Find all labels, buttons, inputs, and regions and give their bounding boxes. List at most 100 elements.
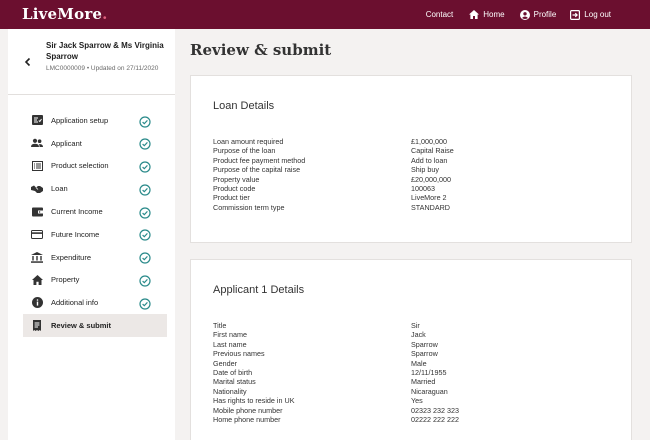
detail-row: Title Sir [213, 321, 613, 330]
detail-value: Male [411, 358, 427, 368]
detail-key: Loan amount required [213, 137, 284, 146]
detail-row: Nationality Nicaraguan [213, 387, 613, 396]
detail-value: Nicaraguan [411, 386, 448, 396]
card-title: Loan Details [213, 100, 275, 112]
detail-row: Previous names Sparrow [213, 349, 613, 358]
check-circle-icon [139, 228, 151, 242]
detail-value: Capital Raise [411, 146, 454, 156]
detail-row: Product code 100063 [213, 184, 613, 193]
check-circle-icon [139, 206, 151, 219]
detail-row: Loan amount required £1,000,000 [213, 137, 613, 146]
check-circle-icon [139, 274, 151, 287]
detail-value: Jack [411, 330, 426, 340]
logo-text: LiveMore [22, 5, 103, 23]
nav-profile-link[interactable]: Profile [519, 9, 556, 20]
detail-key: First name [213, 330, 247, 340]
back-button[interactable] [22, 55, 34, 67]
top-bar: LiveMore. Contact Home Profile Log out [0, 0, 650, 29]
detail-row: Last name Sparrow [213, 340, 613, 349]
detail-row: Product fee payment method Add to loan [213, 156, 613, 165]
step-applicant[interactable]: Applicant [23, 132, 167, 155]
details-list: Title Sir First name Jack Last name Sparrow… [213, 321, 613, 424]
step-application-setup[interactable]: Application setup [23, 109, 167, 132]
page-title: Review & submit [190, 41, 332, 59]
client-meta: LMC0000009 • Updated on 27/11/2020 [46, 65, 159, 72]
handshake-icon [31, 183, 43, 195]
detail-row: Marital status Married [213, 377, 613, 386]
step-product-selection[interactable]: Product selection [23, 155, 167, 178]
detail-value: Married [411, 377, 436, 387]
nav-contact-link[interactable]: Contact [426, 10, 454, 19]
detail-value: 02323 232 323 [411, 405, 459, 415]
step-label: Review & submit [51, 321, 112, 331]
card-title: Applicant 1 Details [213, 284, 305, 296]
detail-key: Property value [213, 174, 260, 184]
nav-logout-label: Log out [584, 10, 611, 19]
house-icon [31, 274, 43, 286]
check-circle-icon [139, 115, 151, 128]
detail-key: Product fee payment method [213, 155, 306, 165]
people-icon [31, 137, 43, 149]
detail-value: £20,000,000 [411, 174, 451, 184]
nav-logout-link[interactable]: Log out [570, 9, 611, 20]
nav-home-link[interactable]: Home [469, 10, 505, 19]
step-list: Application setup Applicant Product sele… [23, 109, 167, 337]
step-loan[interactable]: Loan [23, 177, 167, 200]
check-circle-icon [139, 183, 151, 196]
sidebar: Sir Jack Sparrow & Ms Virginia Sparrow L… [8, 29, 175, 440]
detail-key: Mobile phone number [213, 405, 283, 415]
logo[interactable]: LiveMore. [22, 5, 108, 23]
logout-icon [570, 9, 581, 20]
detail-value: 12/11/1955 [411, 367, 447, 377]
applicant-details-card: Applicant 1 Details Title Sir First name J… [190, 259, 632, 440]
nav-contact-label: Contact [425, 10, 454, 19]
detail-value: Sparrow [411, 339, 438, 349]
detail-key: Date of birth [213, 367, 253, 377]
step-label: Application setup [51, 115, 109, 125]
step-expenditure[interactable]: Expenditure [23, 246, 167, 269]
step-review-submit[interactable]: Review & submit [23, 314, 167, 337]
client-header: Sir Jack Sparrow & Ms Virginia Sparrow L… [8, 29, 175, 95]
step-label: Current Income [51, 207, 103, 217]
top-nav: Contact Home Profile Log out [426, 0, 650, 29]
detail-value: Sparrow [411, 349, 438, 359]
detail-key: Title [213, 321, 227, 330]
check-circle-icon [139, 137, 151, 150]
profile-icon [519, 9, 530, 20]
detail-key: Home phone number [213, 414, 281, 424]
receipt-icon [31, 320, 43, 332]
logo-dot: . [102, 5, 108, 23]
client-name: Sir Jack Sparrow & Ms Virginia Sparrow [46, 41, 164, 61]
detail-key: Has rights to reside in UK [213, 396, 295, 406]
chevron-left-icon [24, 57, 31, 67]
card-icon [31, 228, 43, 240]
check-circle-icon [139, 251, 151, 264]
detail-row: First name Jack [213, 330, 613, 339]
detail-value: Yes [411, 396, 423, 406]
detail-row: Purpose of the loan Capital Raise [213, 146, 613, 155]
step-label: Future Income [51, 229, 100, 239]
detail-key: Gender [213, 358, 237, 368]
loan-details-card: Loan Details Loan amount required £1,000,… [190, 75, 632, 243]
check-circle-icon [139, 297, 151, 310]
nav-home-label: Home [483, 10, 505, 19]
detail-value: Sir [411, 321, 420, 330]
detail-row: Gender Male [213, 359, 613, 368]
detail-key: Product tier [213, 193, 250, 203]
step-label: Additional info [51, 298, 99, 308]
step-current-income[interactable]: Current Income [23, 200, 167, 223]
detail-value: STANDARD [411, 202, 451, 212]
detail-row: Property value £20,000,000 [213, 175, 613, 184]
check-circle-icon [139, 160, 151, 173]
step-property[interactable]: Property [23, 269, 167, 292]
application-setup-icon [31, 114, 43, 126]
detail-value: 100063 [411, 183, 435, 193]
info-icon [31, 297, 43, 309]
bank-icon [31, 251, 43, 263]
step-future-income[interactable]: Future Income [23, 223, 167, 246]
detail-key: Commission term type [213, 202, 285, 212]
detail-value: Add to loan [411, 155, 448, 165]
detail-row: Home phone number 02222 222 222 [213, 415, 613, 424]
home-icon [469, 10, 480, 19]
step-additional-info[interactable]: Additional info [23, 291, 167, 314]
